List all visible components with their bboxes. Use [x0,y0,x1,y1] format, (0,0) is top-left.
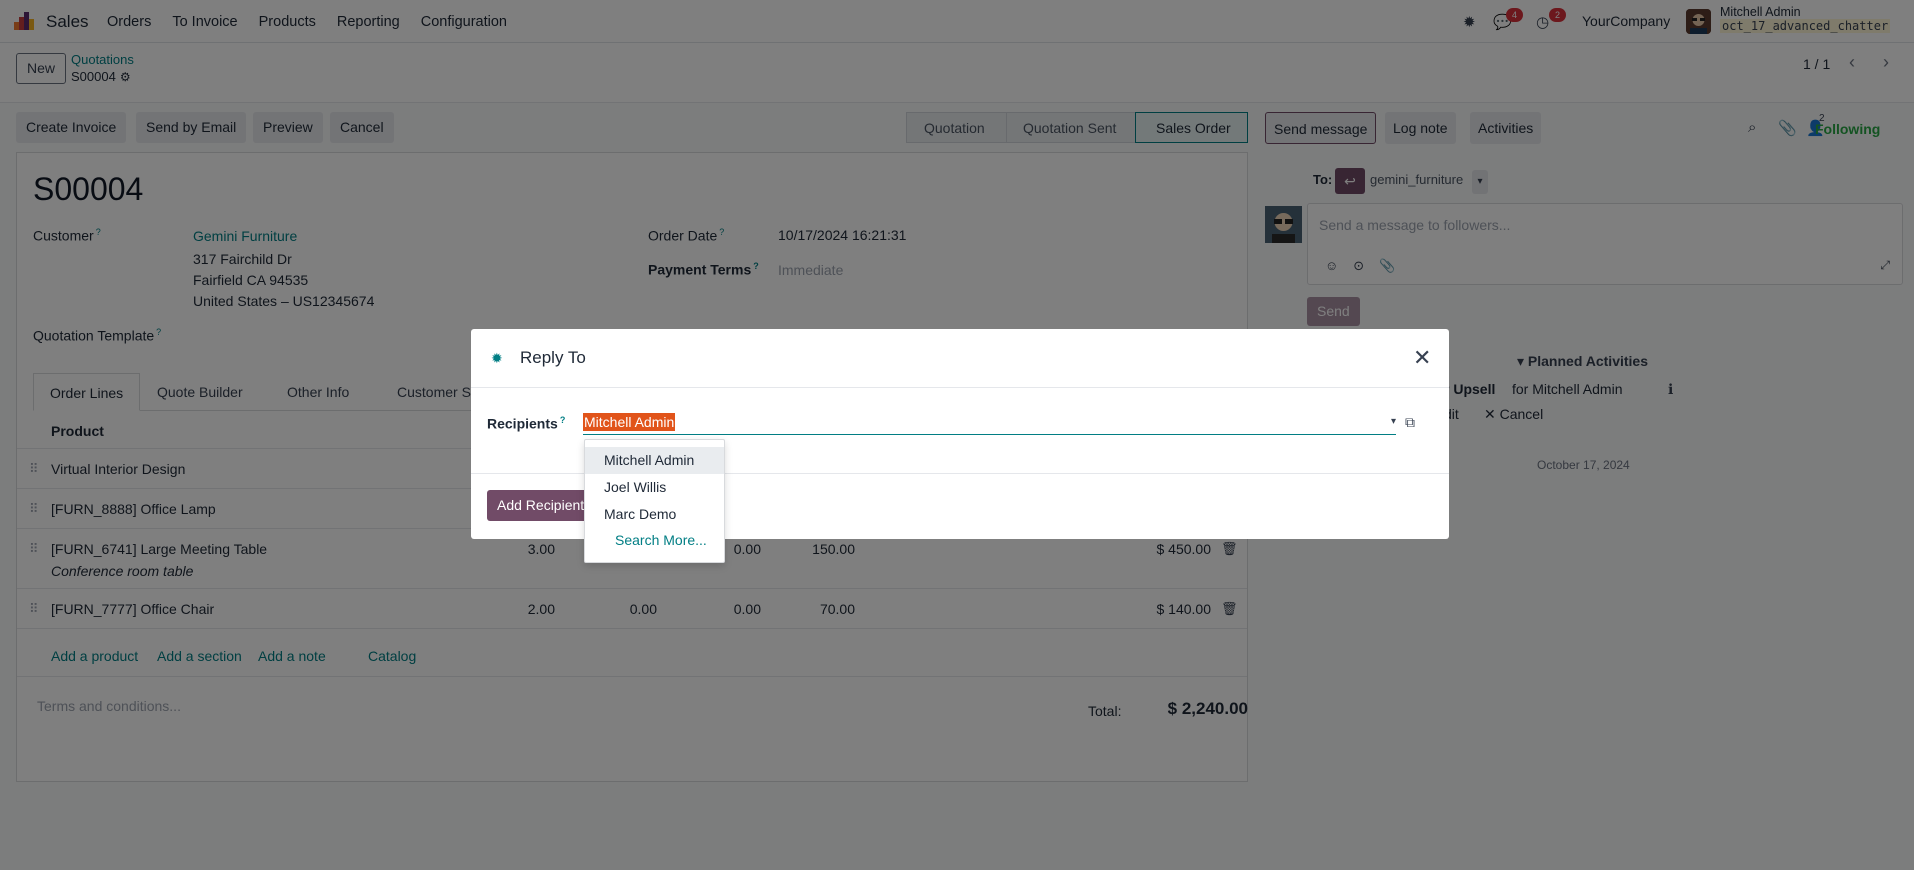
chevron-down-icon[interactable]: ▾ [1391,416,1396,427]
help-icon[interactable]: ? [560,415,566,425]
add-recipients-button[interactable]: Add Recipients [487,490,595,521]
recipients-selected-text[interactable]: Mitchell Admin [583,413,676,431]
recipients-input[interactable]: Mitchell Admin ▾ [583,413,1396,435]
dialog-title: Reply To [520,348,586,367]
dropdown-option[interactable]: Joel Willis [585,474,724,501]
dropdown-option[interactable]: Mitchell Admin [585,447,724,474]
dialog-header: ✹ Reply To ✕ [471,329,1449,388]
dropdown-option[interactable]: Marc Demo [585,501,724,528]
external-link-icon[interactable]: ⧉ [1405,414,1415,431]
recipients-label: Recipients? [487,415,565,432]
close-icon[interactable]: ✕ [1413,345,1431,371]
search-more-link[interactable]: Search More... [615,532,707,548]
recipients-label-text: Recipients [487,415,558,432]
recipients-dropdown: Mitchell Admin Joel Willis Marc Demo Sea… [584,439,725,563]
bug-icon: ✹ [491,350,503,366]
